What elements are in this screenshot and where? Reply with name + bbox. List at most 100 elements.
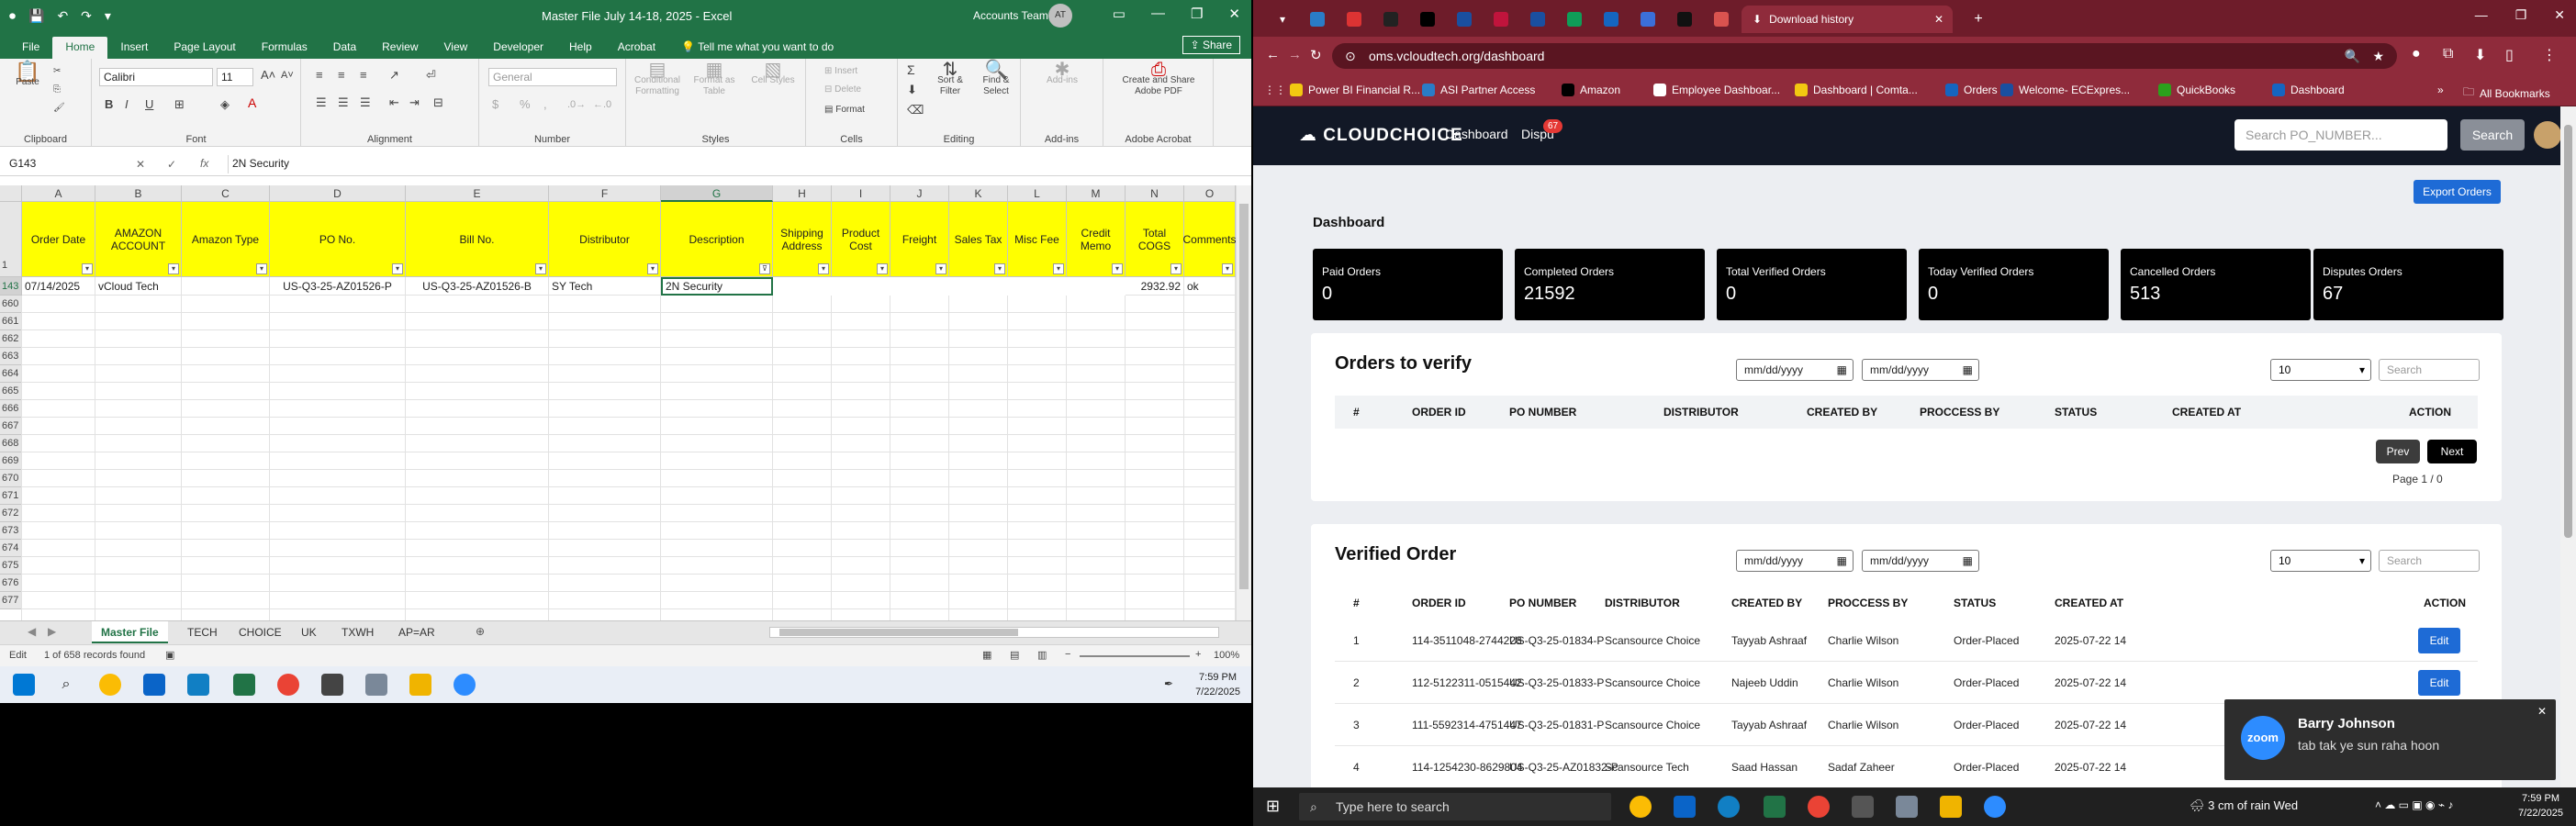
row-header[interactable]: 671: [0, 487, 22, 505]
zoom-level[interactable]: 100%: [1214, 650, 1239, 661]
chrome-icon[interactable]: [1630, 796, 1652, 818]
bookmark-item[interactable]: Welcome- ECExpres...: [2000, 84, 2130, 96]
col-header-c[interactable]: C: [182, 185, 270, 202]
col-header-i[interactable]: I: [832, 185, 890, 202]
header-cell[interactable]: AMAZON ACCOUNT ▾: [95, 202, 182, 277]
edit-button[interactable]: Edit: [2418, 628, 2460, 653]
sheet-tab-tech[interactable]: TECH: [178, 621, 227, 643]
normal-view-icon[interactable]: ▦: [982, 649, 991, 661]
chrome-profile-icon[interactable]: [277, 674, 299, 696]
filter-dropdown-icon[interactable]: ▾: [994, 263, 1005, 274]
filter-active-icon[interactable]: ⊽: [759, 263, 770, 274]
worksheet-grid[interactable]: A B C D E F G H I J K L M N O 1 Order Da…: [0, 185, 1236, 620]
insert-cells-button[interactable]: ⊞ Insert: [824, 66, 857, 77]
bookmark-item[interactable]: Amazon: [1562, 84, 1620, 96]
macro-record-icon[interactable]: ▣: [165, 649, 174, 661]
bookmark-item[interactable]: ASI Partner Access: [1422, 84, 1535, 96]
export-orders-button[interactable]: Export Orders: [2414, 180, 2501, 204]
col-header-k[interactable]: K: [949, 185, 1008, 202]
row-header[interactable]: 660: [0, 296, 22, 313]
file-explorer-icon[interactable]: [409, 674, 431, 696]
merge-center-icon[interactable]: ⊟: [433, 96, 443, 108]
col-header-e[interactable]: E: [406, 185, 549, 202]
minimize-icon[interactable]: —: [2475, 7, 2488, 23]
site-info-icon[interactable]: ⊙: [1345, 43, 1356, 69]
next-page-button[interactable]: Next: [2427, 440, 2477, 463]
row-header[interactable]: 665: [0, 383, 22, 400]
chrome-icon[interactable]: [99, 674, 121, 696]
browser-tab[interactable]: [1336, 6, 1372, 33]
autosum-icon[interactable]: Σ: [907, 63, 915, 76]
header-cell[interactable]: Freight ▾: [890, 202, 949, 277]
increase-decimal-icon[interactable]: .0→: [567, 99, 586, 110]
data-cell[interactable]: US-Q3-25-AZ01526-P: [270, 277, 406, 296]
account-name[interactable]: Accounts Team: [973, 9, 1048, 22]
row-header[interactable]: 672: [0, 505, 22, 522]
align-top-icon[interactable]: ≡: [316, 69, 323, 81]
excel-icon[interactable]: [233, 674, 255, 696]
add-sheet-icon[interactable]: ⊕: [476, 625, 485, 638]
filter-dropdown-icon[interactable]: ▾: [818, 263, 829, 274]
header-cell[interactable]: Amazon Type ▾: [182, 202, 270, 277]
filter-dropdown-icon[interactable]: ▾: [1170, 263, 1182, 274]
borders-icon[interactable]: ⊞: [174, 98, 185, 110]
browser-tab[interactable]: [1483, 6, 1519, 33]
italic-icon[interactable]: I: [125, 98, 129, 110]
comma-icon[interactable]: ,: [543, 98, 547, 110]
bookmark-item[interactable]: Dashboard | Comta...: [1795, 84, 1918, 96]
data-cell[interactable]: [182, 277, 270, 296]
header-cell[interactable]: Comments ▾: [1183, 202, 1236, 277]
taskbar-search[interactable]: ⌕ Type here to search: [1299, 793, 1611, 820]
verify-search-input[interactable]: Search: [2379, 359, 2480, 381]
browser-tab[interactable]: [1593, 6, 1630, 33]
data-cell[interactable]: 07/14/2025: [22, 277, 95, 296]
url-bar[interactable]: ⊙ oms.vcloudtech.org/dashboard 🔍 ★: [1332, 43, 2397, 69]
format-as-table-button[interactable]: ▦ Format as Table: [687, 61, 742, 97]
header-cell[interactable]: Shipping Address ▾: [773, 202, 832, 277]
addins-button[interactable]: ✱ Add-ins: [1037, 61, 1087, 86]
zoom-app-icon[interactable]: [454, 674, 476, 696]
header-cell[interactable]: PO No. ▾: [270, 202, 406, 277]
format-painter-icon[interactable]: 🖌: [53, 103, 65, 114]
find-select-button[interactable]: 🔍 Find & Select: [975, 61, 1017, 97]
prev-page-button[interactable]: Prev: [2376, 440, 2420, 463]
insert-function-icon[interactable]: fx: [200, 157, 208, 170]
formula-input[interactable]: 2N Security: [228, 155, 1238, 173]
tab-developer[interactable]: Developer: [480, 37, 556, 59]
header-cell[interactable]: Credit Memo ▾: [1067, 202, 1126, 277]
tab-page-layout[interactable]: Page Layout: [161, 37, 248, 59]
row-header-1[interactable]: 1: [0, 202, 22, 277]
align-center-icon[interactable]: ☰: [338, 96, 349, 108]
align-right-icon[interactable]: ☰: [360, 96, 371, 108]
sheet-tab-choice[interactable]: CHOICE: [230, 621, 291, 643]
sort-filter-button[interactable]: ⇅ Sort & Filter: [929, 61, 971, 97]
browser-tab[interactable]: [1519, 6, 1556, 33]
conditional-formatting-button[interactable]: ▤ Conditional Formatting: [630, 61, 685, 97]
windows-start-icon[interactable]: ⊞: [1266, 797, 1280, 816]
decrease-decimal-icon[interactable]: ←.0: [593, 99, 611, 110]
sheet-tab-uk[interactable]: UK: [292, 621, 326, 643]
data-cell[interactable]: 2932.92: [1126, 277, 1184, 296]
row-header[interactable]: 675: [0, 557, 22, 575]
tab-review[interactable]: Review: [369, 37, 431, 59]
browser-tab[interactable]: [1372, 6, 1409, 33]
row-header[interactable]: 662: [0, 330, 22, 348]
tab-file[interactable]: File: [9, 37, 52, 59]
chrome-profile-icon[interactable]: [1808, 796, 1830, 818]
scroll-thumb[interactable]: [1239, 204, 1249, 589]
bookmark-item[interactable]: QuickBooks: [2158, 84, 2235, 96]
underline-icon[interactable]: U: [145, 98, 153, 110]
fill-icon[interactable]: ⬇: [907, 84, 917, 95]
browser-tab[interactable]: [1409, 6, 1446, 33]
format-cells-button[interactable]: ▤ Format: [824, 105, 865, 116]
browser-tab[interactable]: [1446, 6, 1483, 33]
shrink-font-icon[interactable]: A˅: [281, 70, 294, 81]
close-notification-icon[interactable]: ✕: [2537, 705, 2547, 718]
weather-widget[interactable]: 🌧 3 cm of rain Wed: [2190, 798, 2298, 813]
clear-icon[interactable]: ⌫: [907, 104, 924, 116]
grow-font-icon[interactable]: A˄: [261, 69, 275, 81]
row-header-143[interactable]: 143: [0, 277, 22, 296]
sheet-tab-master-file[interactable]: Master File: [92, 621, 168, 643]
more-bookmarks-icon[interactable]: »: [2437, 84, 2444, 96]
fill-color-icon[interactable]: ◈: [220, 98, 230, 110]
